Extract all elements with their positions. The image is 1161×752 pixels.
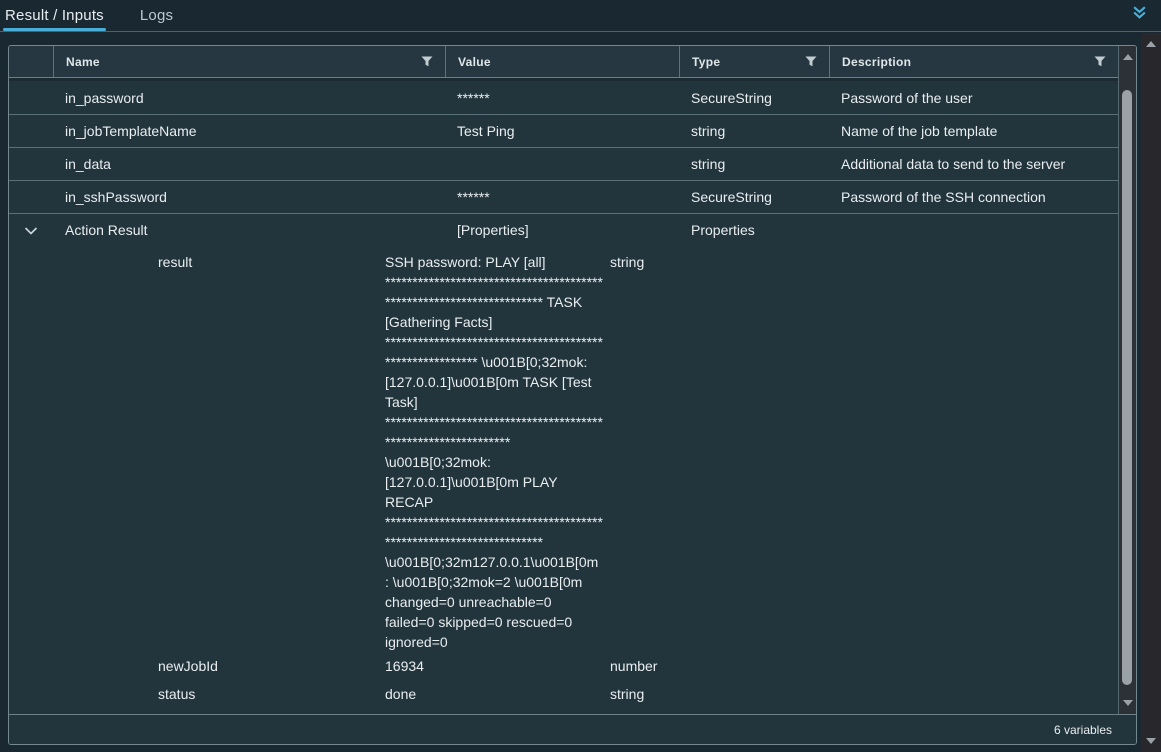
table-row[interactable]: in_data stringAdditional data to send to … [9,147,1118,180]
column-header-name-label: Name [66,55,421,69]
header-toggle-spacer [9,46,53,77]
row-type: SecureString [679,90,829,106]
table-row[interactable]: in_sshPassword******SecureStringPassword… [9,180,1118,213]
table-area: Name Value Type Description [9,46,1136,714]
page-scrollbar[interactable] [1141,33,1161,752]
column-header-value: Value [445,46,679,77]
row-type: string [610,252,1118,272]
row-type: string [679,156,829,172]
funnel-icon[interactable] [1094,56,1106,67]
column-header-type-label: Type [692,55,805,69]
table-scrollbar[interactable] [1118,46,1136,714]
table-row[interactable]: in_password******SecureStringPassword of… [9,81,1118,114]
tab-logs[interactable]: Logs [138,0,175,31]
row-value: ****** [445,90,679,106]
row-description: Password of the user [829,90,1118,106]
collapse-panel-button[interactable] [1131,5,1147,25]
row-description: Additional data to send to the server [829,156,1118,172]
row-value: Test Ping [445,123,679,139]
table-row[interactable]: in_jobTemplateNameTest PingstringName of… [9,114,1118,147]
table-row[interactable]: Action Result[Properties]Properties [9,213,1118,246]
row-type: string [610,686,1118,702]
row-description: Password of the SSH connection [829,189,1118,205]
variable-count: 6 variables [1054,723,1112,737]
row-description: Name of the job template [829,123,1118,139]
column-header-value-label: Value [458,55,667,69]
row-name: result [158,252,385,272]
child-row[interactable]: newJobId16934number [9,652,1118,680]
table-header: Name Value Type Description [9,46,1118,78]
row-type: Properties [679,222,829,238]
child-row[interactable]: statusdonestring [9,680,1118,708]
row-value: 16934 [385,656,610,676]
table-body: in_password******SecureStringPassword of… [9,81,1118,714]
scrollbar-thumb[interactable] [1122,90,1132,685]
tab-result-inputs[interactable]: Result / Inputs [3,0,106,31]
expanded-children: resultSSH password: PLAY [all] *********… [9,246,1118,714]
funnel-icon[interactable] [421,56,433,67]
column-header-name: Name [53,46,445,77]
column-header-type: Type [679,46,829,77]
row-name: in_data [53,156,445,172]
row-type: SecureString [679,189,829,205]
row-name: Action Result [53,222,445,238]
row-type: number [610,658,1118,674]
child-row[interactable]: resultSSH password: PLAY [all] *********… [9,246,1118,652]
funnel-icon[interactable] [805,56,817,67]
column-header-description-label: Description [842,55,1094,69]
row-type: string [679,123,829,139]
row-name: status [158,686,385,702]
row-value: ****** [445,189,679,205]
scroll-up-icon[interactable] [1146,41,1156,47]
scroll-down-icon[interactable] [1146,738,1156,744]
row-expand-button[interactable] [9,222,53,238]
column-header-description: Description [829,46,1118,77]
scroll-up-icon[interactable] [1123,54,1133,60]
row-name: in_sshPassword [53,189,445,205]
row-value: done [385,684,610,704]
chevron-down-icon [24,222,38,238]
tab-logs-label: Logs [140,7,173,24]
row-name: newJobId [158,658,385,674]
tab-result-inputs-label: Result / Inputs [5,7,104,24]
variables-datagrid: Name Value Type Description [8,45,1137,745]
table-footer: 6 variables [9,714,1136,744]
scroll-down-icon[interactable] [1123,700,1133,706]
double-chevron-down-icon [1132,5,1147,25]
row-value: SSH password: PLAY [all] ***************… [385,252,610,652]
tab-bar: Result / Inputs Logs [0,0,1161,32]
row-name: in_jobTemplateName [53,123,445,139]
row-value: [Properties] [445,222,679,238]
row-name: in_password [53,90,445,106]
